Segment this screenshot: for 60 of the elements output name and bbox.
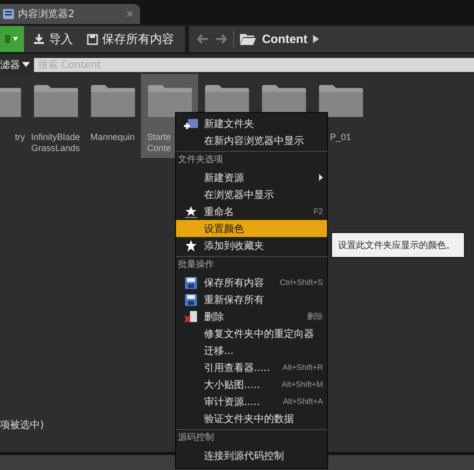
folder-plus-icon — [184, 118, 198, 130]
shortcut-label: 删除 — [307, 311, 323, 322]
menu-item[interactable]: 新建资源 — [176, 169, 327, 186]
folder-name: P_01 — [330, 132, 352, 143]
folder-icon — [32, 84, 78, 118]
save-icon — [185, 294, 197, 306]
menu-item[interactable]: 迁移... — [176, 342, 327, 359]
path-crumb[interactable]: Content — [262, 32, 308, 46]
dropdown-icon — [5, 34, 19, 44]
menu-item[interactable]: 设置颜色 — [176, 220, 327, 237]
menu-item[interactable]: 大小贴图..... Alt+Shift+M — [176, 376, 327, 393]
shortcut-label: Alt+Shift+M — [282, 380, 323, 389]
selection-status: 项被选中) — [0, 418, 44, 432]
menu-item[interactable]: 连接到源代码控制 — [176, 447, 327, 464]
menu-item[interactable]: 引用查看器..... Alt+Shift+R — [176, 359, 327, 376]
save-icon — [87, 34, 98, 44]
menu-item[interactable]: 添加到收藏夹 — [176, 237, 327, 254]
menu-section-header: 文件夹选项 — [176, 151, 327, 169]
grid-icon — [3, 9, 14, 19]
delete-icon — [185, 310, 197, 322]
menu-item[interactable]: 在浏览器中显示 — [176, 186, 327, 203]
back-arrow-icon[interactable] — [197, 34, 209, 44]
folder-icon — [240, 33, 256, 45]
folder-name: Conte — [147, 143, 172, 154]
browser-tab[interactable]: 内容浏览器2 × — [0, 4, 140, 24]
folder-name: try — [15, 132, 25, 143]
add-new-button[interactable] — [0, 26, 24, 52]
folder-name: GrassLands — [31, 143, 80, 154]
download-icon — [33, 33, 45, 45]
folder-icon — [90, 84, 136, 118]
save-icon — [185, 276, 197, 288]
import-button[interactable]: 导入 — [28, 26, 78, 52]
save-all-button[interactable]: 保存所有内容 — [82, 26, 179, 52]
menu-item[interactable]: 修复文件夹中的重定向器 — [176, 325, 327, 342]
caret-icon[interactable] — [313, 35, 320, 43]
star-icon — [185, 240, 197, 252]
menu-item[interactable]: 重新保存所有 — [176, 291, 327, 308]
menu-item[interactable]: 保存所有内容 Ctrl+Shift+S — [176, 274, 327, 291]
forward-arrow-icon[interactable] — [215, 34, 227, 44]
folder-icon — [146, 84, 192, 118]
shortcut-label: Alt+Shift+A — [282, 397, 323, 406]
star-icon — [185, 206, 197, 218]
shortcut-label: Ctrl+Shift+S — [280, 278, 323, 287]
tab-title: 内容浏览器2 — [18, 8, 76, 21]
shortcut-label: F2 — [314, 207, 323, 216]
menu-item[interactable]: 验证文件夹中的数据 — [176, 410, 327, 427]
menu-item[interactable]: 删除 删除 — [176, 308, 327, 325]
menu-item[interactable]: 审计资源..... Alt+Shift+A — [176, 393, 327, 410]
folder-name: Starte — [147, 132, 172, 143]
folder-name: Mannequin — [90, 132, 135, 143]
shortcut-label: Alt+Shift+R — [282, 363, 323, 372]
menu-section-header: 批量操作 — [176, 256, 327, 274]
folder-icon — [318, 84, 364, 118]
menu-item[interactable]: 重命名 F2 — [176, 203, 327, 220]
submenu-arrow-icon — [319, 174, 323, 181]
tooltip: 设置此文件夹应显示的颜色。 — [331, 232, 465, 258]
caret-icon — [22, 62, 30, 68]
folder-name: InfinityBlade — [30, 132, 80, 143]
menu-section-header: 源码控制 — [176, 429, 327, 447]
filters-dropdown[interactable]: 滤器 — [0, 58, 30, 72]
